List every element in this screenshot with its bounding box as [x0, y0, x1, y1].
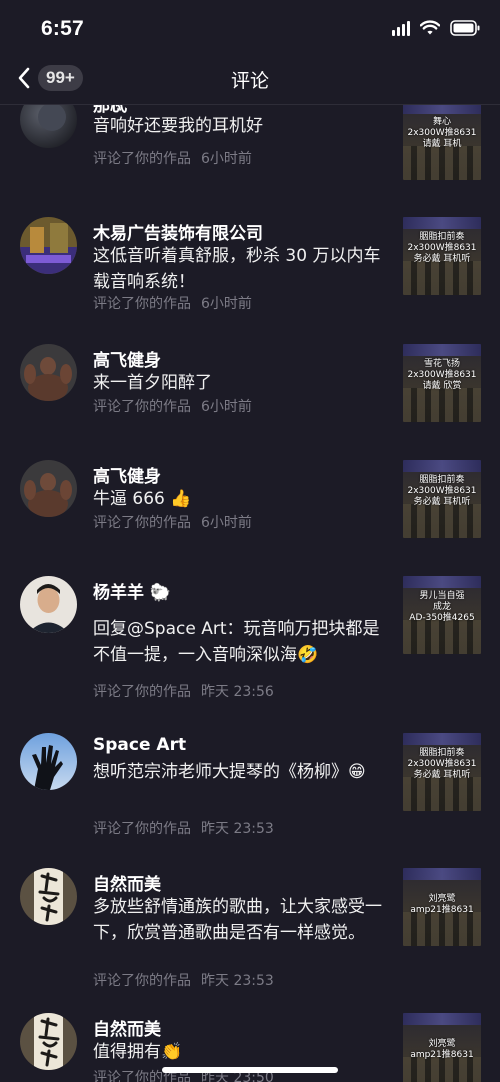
signal-icon	[392, 20, 410, 36]
status-time: 6:57	[41, 17, 84, 40]
space-avatar[interactable]	[20, 105, 77, 148]
comment-text: 来一首夕阳醉了	[93, 373, 212, 393]
comment-text: 想听范宗沛老师大提琴的《杨柳》😁	[93, 762, 366, 782]
thumbnail-caption: 刘亮鹭 amp21推8631	[410, 894, 474, 915]
comment-action: 评论了你的作品	[93, 399, 191, 415]
comment-author[interactable]: 高飞健身	[93, 462, 161, 487]
video-thumbnail[interactable]: 胭脂扣前奏 2x300W推8631 务必戴 耳机听	[403, 733, 481, 811]
comment-meta: 评论了你的作品 昨天 23:53	[93, 970, 274, 990]
comment-author[interactable]: 杨羊羊 🐑	[93, 578, 171, 603]
comment-action: 评论了你的作品	[93, 151, 191, 167]
comment-action: 评论了你的作品	[93, 296, 191, 312]
comment-text: 多放些舒情通族的歌曲，让大家感受一下，欣赏普通歌曲是否有一样感觉。	[93, 897, 382, 943]
comment-action: 评论了你的作品	[93, 684, 191, 700]
comment-list[interactable]: 那忒 音响好还要我的耳机好 评论了你的作品 6小时前 舞心 2x300W推8631…	[0, 105, 500, 1082]
video-thumbnail[interactable]: 刘亮鹭 amp21推8631	[403, 868, 481, 946]
comment-author[interactable]: Space Art	[93, 735, 186, 755]
comment-time: 昨天 23:56	[201, 684, 274, 700]
comment-meta: 评论了你的作品 昨天 23:56	[93, 681, 274, 701]
home-indicator[interactable]	[162, 1067, 338, 1073]
comment-meta: 评论了你的作品 6小时前	[93, 512, 252, 532]
video-thumbnail[interactable]: 男儿当自强 成龙 AD-350推4265	[403, 576, 481, 654]
comment-meta: 评论了你的作品 6小时前	[93, 293, 252, 313]
wifi-icon	[420, 20, 440, 36]
muscle-avatar[interactable]	[20, 344, 77, 401]
video-thumbnail[interactable]: 胭脂扣前奏 2x300W推8631 务必戴 耳机听	[403, 460, 481, 538]
comment-meta: 评论了你的作品 6小时前	[93, 148, 252, 168]
muscle-avatar[interactable]	[20, 460, 77, 517]
comment-text: 回复@Space Art：玩音响万把块都是不值一提，一入音响深似海🤣	[93, 619, 380, 665]
comment-action: 评论了你的作品	[93, 515, 191, 531]
thumbnail-caption: 男儿当自强 成龙 AD-350推4265	[409, 591, 475, 623]
video-thumbnail[interactable]: 刘亮鹭 amp21推8631	[403, 1013, 481, 1082]
comment-time: 6小时前	[201, 151, 252, 167]
comment-author[interactable]: 高飞健身	[93, 346, 161, 371]
comment-text: 值得拥有👏	[93, 1042, 183, 1062]
comment-time: 昨天 23:53	[201, 973, 274, 989]
nav-header: 99+ 评论	[0, 58, 500, 105]
thumbnail-caption: 舞心 2x300W推8631 请戴 耳机	[407, 117, 477, 149]
comment-time: 昨天 23:53	[201, 821, 274, 837]
building-avatar[interactable]	[20, 217, 77, 274]
comment-time: 6小时前	[201, 515, 252, 531]
comment-action: 评论了你的作品	[93, 821, 191, 837]
thumbnail-caption: 胭脂扣前奏 2x300W推8631 务必戴 耳机听	[407, 475, 477, 507]
video-thumbnail[interactable]: 雪花飞扬 2x300W推8631 请戴 欣赏	[403, 344, 481, 422]
comment-action: 评论了你的作品	[93, 973, 191, 989]
comment-time: 6小时前	[201, 399, 252, 415]
thumbnail-caption: 刘亮鹭 amp21推8631	[410, 1039, 474, 1060]
battery-icon	[450, 20, 480, 36]
hand-avatar[interactable]	[20, 733, 77, 790]
thumbnail-caption: 雪花飞扬 2x300W推8631 请戴 欣赏	[407, 359, 477, 391]
comment-text: 这低音听着真舒服，秒杀 30 万以内车载音响系统！	[93, 246, 381, 292]
status-bar: 6:57	[0, 0, 500, 58]
comment-meta: 评论了你的作品 昨天 23:53	[93, 818, 274, 838]
thumbnail-caption: 胭脂扣前奏 2x300W推8631 务必戴 耳机听	[407, 232, 477, 264]
person-avatar[interactable]	[20, 576, 77, 633]
calligraphy-avatar[interactable]	[20, 1013, 77, 1070]
video-thumbnail[interactable]: 舞心 2x300W推8631 请戴 耳机	[403, 105, 481, 180]
status-icons	[392, 20, 480, 36]
comment-meta: 评论了你的作品 6小时前	[93, 396, 252, 416]
comment-text: 牛逼 666 👍	[93, 489, 192, 509]
comment-author[interactable]: 木易广告装饰有限公司	[93, 219, 263, 244]
video-thumbnail[interactable]: 胭脂扣前奏 2x300W推8631 务必戴 耳机听	[403, 217, 481, 295]
comment-time: 6小时前	[201, 296, 252, 312]
calligraphy-avatar[interactable]	[20, 868, 77, 925]
comment-author[interactable]: 自然而美	[93, 1015, 161, 1040]
thumbnail-caption: 胭脂扣前奏 2x300W推8631 务必戴 耳机听	[407, 748, 477, 780]
comment-author[interactable]: 自然而美	[93, 870, 161, 895]
page-title: 评论	[230, 70, 269, 92]
comment-text: 音响好还要我的耳机好	[93, 116, 263, 136]
